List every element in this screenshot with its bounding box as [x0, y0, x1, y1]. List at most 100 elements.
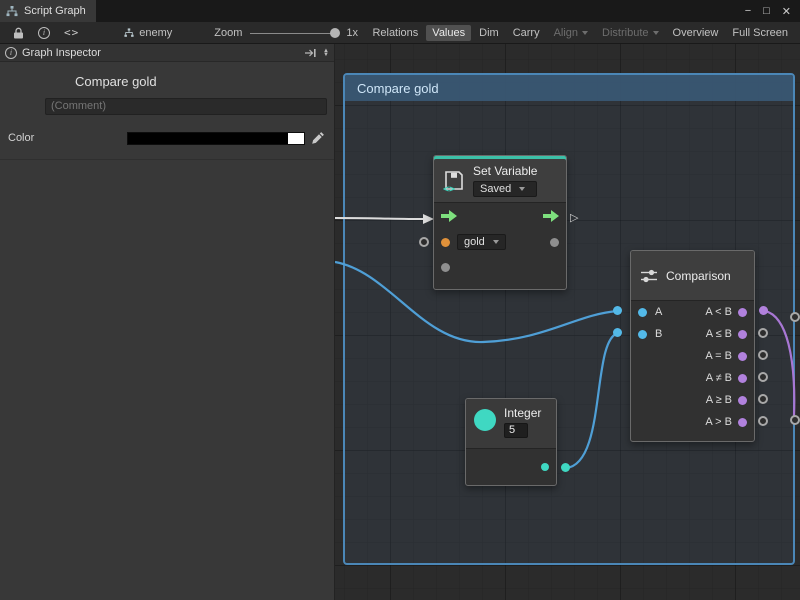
variable-name-ext-port[interactable]	[419, 237, 429, 247]
zoom-slider[interactable]	[250, 27, 338, 39]
output-a-eq-b-port[interactable]	[738, 352, 747, 361]
relations-button[interactable]: Relations	[366, 25, 424, 41]
set-variable-name-row: gold	[434, 229, 566, 255]
minimize-icon[interactable]: −	[745, 5, 751, 17]
tab-title: Script Graph	[24, 5, 86, 17]
set-variable-header[interactable]: <> Set Variable Saved	[434, 156, 566, 203]
values-button[interactable]: Values	[426, 25, 471, 41]
variable-name-dropdown[interactable]: gold	[457, 234, 506, 250]
group-header[interactable]: Compare gold	[345, 75, 793, 101]
integer-header[interactable]: Integer 5	[466, 399, 556, 449]
align-dropdown-button[interactable]: Align	[548, 25, 594, 41]
zoom-slider-track[interactable]	[250, 33, 338, 34]
integer-value-input[interactable]: 5	[504, 423, 528, 438]
chevron-down-icon	[582, 31, 588, 35]
graph-reference-breadcrumb[interactable]: enemy	[124, 27, 172, 39]
carry-button[interactable]: Carry	[507, 25, 546, 41]
variable-kind-dropdown[interactable]: Saved	[473, 181, 537, 197]
chevron-down-icon	[493, 240, 499, 244]
flow-in-port[interactable]	[441, 210, 457, 222]
info-icon: i	[5, 47, 17, 59]
edit-script-button[interactable]: <>	[57, 24, 86, 41]
offscreen-node-port[interactable]	[790, 415, 800, 425]
dock-inspector-icon[interactable]	[304, 48, 317, 58]
distribute-dropdown-button[interactable]: Distribute	[596, 25, 664, 41]
offscreen-node-port[interactable]	[790, 312, 800, 322]
input-a-port[interactable]	[638, 308, 647, 317]
value-input-port[interactable]	[441, 263, 450, 272]
close-icon[interactable]: ✕	[782, 5, 791, 18]
selected-group-title: Compare gold	[75, 74, 334, 89]
output-a-gte-b-ext-port[interactable]	[758, 394, 768, 404]
full-screen-button[interactable]: Full Screen	[726, 25, 794, 41]
integer-output-row	[466, 449, 556, 485]
output-a-less-b-port[interactable]	[738, 308, 747, 317]
comment-input[interactable]: (Comment)	[45, 98, 327, 115]
variable-name-port[interactable]	[441, 238, 450, 247]
output-a-lte-b-port[interactable]	[738, 330, 747, 339]
graph-inspector-header: i Graph Inspector ▲▼	[0, 44, 334, 62]
flow-out-port[interactable]	[543, 210, 559, 222]
integer-title: Integer	[504, 406, 541, 420]
chevron-down-icon	[519, 187, 525, 191]
comparison-icon	[639, 268, 659, 284]
input-a-label: A	[655, 306, 662, 318]
node-set-variable[interactable]: <> Set Variable Saved	[433, 155, 567, 290]
output-a-gt-b-ext-port[interactable]	[758, 416, 768, 426]
output-a-neq-b-port[interactable]	[738, 374, 747, 383]
set-variable-flow-row	[434, 203, 566, 229]
color-alpha-indicator	[288, 133, 304, 144]
script-graph-icon	[6, 6, 18, 17]
input-a-ext-port[interactable]	[613, 306, 622, 315]
overview-button[interactable]: Overview	[667, 25, 725, 41]
maximize-icon[interactable]: □	[763, 5, 770, 17]
output-a-eq-b-ext-port[interactable]	[758, 350, 768, 360]
color-swatch[interactable]	[127, 132, 305, 145]
node-comparison[interactable]: Comparison A A < B B A ≤ B A = B A ≠ B A	[630, 250, 755, 442]
group-title: Compare gold	[357, 81, 439, 96]
tab-script-graph[interactable]: Script Graph	[0, 0, 96, 22]
output-label: A = B	[705, 350, 732, 362]
lock-icon	[13, 27, 24, 39]
integer-output-ext-port[interactable]	[561, 463, 570, 472]
comparison-row: A ≠ B	[631, 367, 754, 389]
lock-button[interactable]	[6, 25, 31, 41]
output-label: A ≤ B	[706, 328, 732, 340]
output-a-lte-b-ext-port[interactable]	[758, 328, 768, 338]
comparison-title: Comparison	[666, 269, 731, 283]
zoom-slider-handle[interactable]	[330, 28, 340, 38]
code-icon: <>	[64, 26, 79, 39]
window-controls: − □ ✕	[745, 0, 800, 22]
comparison-row: A A < B	[631, 301, 754, 323]
eyedropper-button[interactable]	[311, 131, 325, 145]
input-b-ext-port[interactable]	[613, 328, 622, 337]
unity-script-graph-window: Script Graph − □ ✕ i <>	[0, 0, 800, 600]
node-integer[interactable]: Integer 5	[465, 398, 557, 486]
input-b-label: B	[655, 328, 662, 340]
output-a-less-b-ext-port[interactable]	[759, 306, 768, 315]
zoom-label: Zoom	[214, 27, 242, 39]
comparison-row: A ≥ B	[631, 389, 754, 411]
comparison-header[interactable]: Comparison	[631, 251, 754, 301]
toolbar-buttons: Relations Values Dim Carry Align Distrib…	[366, 25, 794, 41]
variable-output-port[interactable]	[550, 238, 559, 247]
input-b-port[interactable]	[638, 330, 647, 339]
integer-output-port[interactable]	[541, 463, 549, 471]
output-label: A < B	[705, 306, 732, 318]
output-label: A ≠ B	[706, 372, 732, 384]
color-label: Color	[8, 132, 127, 144]
inspector-toggle-button[interactable]: i	[31, 25, 57, 41]
color-field-row: Color	[0, 131, 334, 145]
integer-type-icon	[474, 409, 496, 431]
save-variable-icon: <>	[442, 169, 466, 193]
chevron-down-icon	[653, 31, 659, 35]
output-a-gt-b-port[interactable]	[738, 418, 747, 427]
titlebar: Script Graph − □ ✕	[0, 0, 800, 22]
inspector-stepper[interactable]: ▲▼	[323, 49, 329, 57]
output-a-gte-b-port[interactable]	[738, 396, 747, 405]
set-variable-title: Set Variable	[473, 164, 537, 178]
output-a-neq-b-ext-port[interactable]	[758, 372, 768, 382]
dim-button[interactable]: Dim	[473, 25, 505, 41]
graph-canvas[interactable]: Compare gold <>	[335, 44, 800, 600]
flow-out-ext-port[interactable]: ▷	[570, 213, 578, 224]
